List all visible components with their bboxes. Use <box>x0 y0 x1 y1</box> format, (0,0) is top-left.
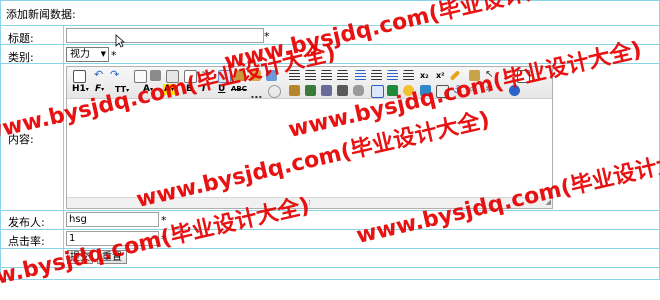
paste-text-icon[interactable] <box>250 70 261 81</box>
heading-dropdown[interactable]: H1▾ <box>72 84 89 95</box>
submit-button[interactable]: 提交 <box>67 250 93 264</box>
editor-toolbar: ↶ ↷ ✂ x₂ x² ↖ H1▾ F▾ TT▾ A▾ A▾ B I U ABC <box>67 67 552 99</box>
resize-handle-icon[interactable]: ⁞ <box>308 199 310 207</box>
fullscreen-icon[interactable] <box>517 70 530 83</box>
code-icon[interactable] <box>184 70 197 83</box>
subscript-icon[interactable]: x₂ <box>420 70 429 81</box>
eraser-icon[interactable] <box>268 85 281 98</box>
cut-icon[interactable]: ✂ <box>202 70 213 81</box>
rich-text-editor: ↶ ↷ ✂ x₂ x² ↖ H1▾ F▾ TT▾ A▾ A▾ B I U ABC <box>66 66 553 209</box>
paste-word-icon[interactable] <box>266 70 277 81</box>
select-all-icon[interactable]: ↖ <box>485 70 496 81</box>
unordered-list-icon[interactable] <box>371 70 382 81</box>
insert-frame-icon[interactable] <box>387 85 398 96</box>
redo-icon[interactable]: ↷ <box>110 69 121 81</box>
row-divider <box>0 25 660 26</box>
format-painter-icon[interactable] <box>469 70 480 81</box>
underline-button[interactable]: U <box>218 84 225 95</box>
reset-button[interactable]: 重置 <box>97 250 127 264</box>
print-icon[interactable] <box>150 70 161 81</box>
indent-icon[interactable] <box>387 70 398 81</box>
map-icon[interactable] <box>420 85 431 96</box>
video-icon[interactable] <box>337 85 348 96</box>
page-break-icon[interactable] <box>436 85 449 98</box>
corner-resize-icon[interactable]: ◢ <box>546 197 551 207</box>
bold-button[interactable]: B <box>186 84 193 95</box>
required-mark: * <box>264 30 270 43</box>
preview-icon[interactable] <box>134 70 147 83</box>
align-left-icon[interactable] <box>289 70 300 81</box>
copy-icon[interactable] <box>218 70 231 83</box>
title-input[interactable] <box>66 28 264 43</box>
publisher-input[interactable]: hsg <box>66 212 159 227</box>
required-mark: * <box>111 49 117 62</box>
column-divider <box>63 25 64 267</box>
clicks-label: 点击率: <box>8 235 45 248</box>
row-divider <box>0 267 660 268</box>
mouse-cursor-icon <box>115 34 125 48</box>
link-chain-icon[interactable]: ∞ <box>469 85 480 96</box>
row-divider <box>0 229 660 230</box>
superscript-icon[interactable]: x² <box>436 70 445 81</box>
attachment-icon[interactable] <box>353 85 364 96</box>
image-icon[interactable] <box>371 85 384 98</box>
category-selected-value: 视力 <box>70 49 90 60</box>
dropdown-arrow-icon: ▼ <box>100 50 106 58</box>
row-divider <box>0 63 660 64</box>
title-label: 标题: <box>8 32 34 45</box>
content-label: 内容: <box>8 133 34 146</box>
horizontal-rule-icon[interactable] <box>251 85 262 98</box>
font-color-button[interactable]: A▾ <box>143 84 153 95</box>
template-icon[interactable] <box>166 70 179 83</box>
editor-content-area[interactable] <box>67 99 552 197</box>
font-size-dropdown[interactable]: TT▾ <box>115 84 129 96</box>
category-select[interactable]: 视力 ▼ <box>66 47 109 62</box>
settings-icon[interactable]: ✲ <box>485 85 496 96</box>
outdent-icon[interactable] <box>403 70 414 81</box>
editor-statusbar[interactable]: ⁞ ◢ <box>67 197 552 208</box>
clear-format-icon[interactable] <box>449 70 461 81</box>
row-divider <box>0 210 660 211</box>
ordered-list-icon[interactable] <box>355 70 366 81</box>
strikethrough-button[interactable]: ABC <box>231 84 247 95</box>
link-icon[interactable] <box>305 85 316 96</box>
align-center-icon[interactable] <box>305 70 316 81</box>
align-right-icon[interactable] <box>321 70 332 81</box>
paste-icon[interactable] <box>234 70 245 81</box>
row-divider <box>0 44 660 45</box>
font-family-dropdown[interactable]: F▾ <box>95 84 104 95</box>
publisher-label: 发布人: <box>8 216 45 229</box>
category-label: 类别: <box>8 51 34 64</box>
emoticon-icon[interactable] <box>403 85 414 96</box>
help-icon[interactable] <box>509 85 520 96</box>
unlink-icon[interactable] <box>321 85 332 96</box>
required-mark: * <box>161 214 167 227</box>
required-mark: * <box>161 233 167 246</box>
undo-icon[interactable]: ↶ <box>94 69 105 81</box>
italic-button[interactable]: I <box>202 84 205 95</box>
highlight-color-button[interactable]: A▾ <box>163 84 175 95</box>
source-icon[interactable] <box>73 70 86 83</box>
table-icon[interactable] <box>289 85 300 96</box>
form-heading: 添加新闻数据: <box>6 8 76 21</box>
anchor-icon[interactable]: ⚓ <box>453 84 464 96</box>
clicks-input[interactable]: 1 <box>66 231 159 246</box>
justify-icon[interactable] <box>337 70 348 81</box>
row-divider <box>0 248 660 249</box>
